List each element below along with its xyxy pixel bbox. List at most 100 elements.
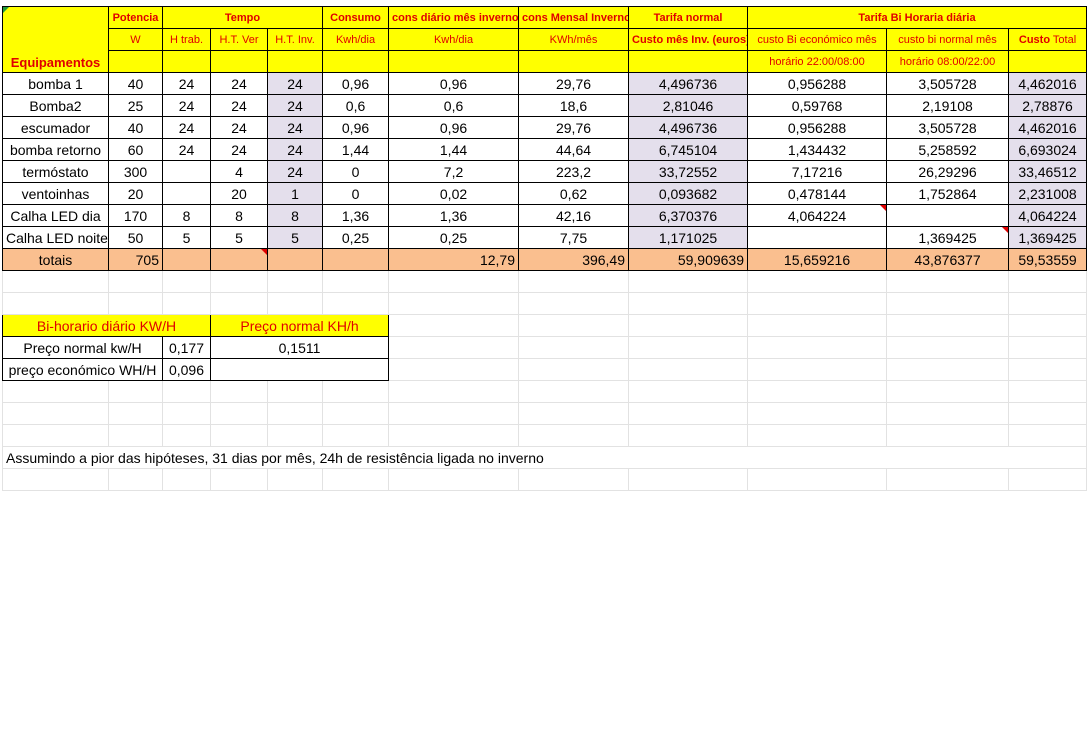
empty-cell[interactable] <box>1008 380 1088 403</box>
custo-mes-inv-header[interactable]: Custo mês Inv. (euros) <box>628 28 749 51</box>
equipamentos-header[interactable]: Equipamentos <box>2 6 109 73</box>
empty-cell[interactable] <box>108 292 163 315</box>
equipment-name[interactable]: Calha LED noite <box>2 226 109 249</box>
cell-w[interactable]: 50 <box>108 226 163 249</box>
empty-cell[interactable] <box>886 336 1010 359</box>
cell-kwhdia[interactable]: 0,6 <box>322 94 390 117</box>
equipment-name[interactable]: escumador <box>2 116 109 139</box>
cell-total[interactable]: 33,46512 <box>1008 160 1088 183</box>
cell-custo[interactable]: 6,370376 <box>628 204 749 227</box>
empty-cell[interactable] <box>518 270 630 293</box>
empty-cell[interactable] <box>162 292 211 315</box>
equipment-name[interactable]: ventoinhas <box>2 182 109 205</box>
cell-econ[interactable]: 7,17216 <box>747 160 888 183</box>
empty-cell[interactable] <box>162 424 211 447</box>
cell-econ[interactable]: 4,064224 <box>747 204 888 227</box>
empty-cell[interactable] <box>322 424 390 447</box>
totals-empty[interactable] <box>210 248 268 271</box>
preco-normal-value[interactable]: 0,177 <box>162 336 211 359</box>
empty-cell[interactable] <box>209 358 390 381</box>
cell-econ[interactable]: 0,478144 <box>747 182 888 205</box>
cell-htrab[interactable]: 5 <box>162 226 211 249</box>
empty-cell[interactable] <box>628 380 749 403</box>
empty-cell[interactable] <box>747 292 888 315</box>
empty-cell[interactable] <box>210 468 268 491</box>
consumo-header[interactable]: Consumo <box>322 6 390 29</box>
tarifa-bi-header[interactable]: Tarifa Bi Horaria diária <box>747 6 1088 29</box>
cell-htinv[interactable]: 24 <box>266 160 324 183</box>
empty-cell[interactable] <box>2 270 109 293</box>
cell-htver[interactable]: 24 <box>210 72 268 95</box>
horario-normal-header[interactable]: horário 08:00/22:00 <box>886 50 1010 73</box>
empty-cell[interactable] <box>210 402 268 425</box>
cell-total[interactable]: 6,693024 <box>1008 138 1088 161</box>
cell-normal[interactable] <box>886 204 1010 227</box>
empty-cell[interactable] <box>388 292 520 315</box>
cell-w[interactable]: 60 <box>108 138 163 161</box>
cell-consdia[interactable]: 0,96 <box>388 116 520 139</box>
blank-header-cell[interactable] <box>210 50 268 73</box>
empty-cell[interactable] <box>108 424 163 447</box>
empty-cell[interactable] <box>886 468 1010 491</box>
empty-cell[interactable] <box>747 402 888 425</box>
cell-htinv[interactable]: 1 <box>266 182 324 205</box>
preco-normal-kh-value[interactable]: 0,1511 <box>209 336 390 359</box>
cell-htrab[interactable]: 24 <box>162 72 211 95</box>
cell-consdia[interactable]: 0,6 <box>388 94 520 117</box>
empty-cell[interactable] <box>747 314 888 337</box>
empty-cell[interactable] <box>1008 424 1088 447</box>
horario-econ-header[interactable]: horário 22:00/08:00 <box>747 50 888 73</box>
cell-htinv[interactable]: 8 <box>266 204 324 227</box>
empty-cell[interactable] <box>1008 402 1088 425</box>
equipment-name[interactable]: Bomba2 <box>2 94 109 117</box>
cell-custo[interactable]: 6,745104 <box>628 138 749 161</box>
cell-htinv[interactable]: 24 <box>266 94 324 117</box>
tempo-header[interactable]: Tempo <box>161 6 324 29</box>
blank-header-cell[interactable] <box>628 50 749 73</box>
cell-htrab[interactable] <box>162 182 211 205</box>
totals-total[interactable]: 59,53559 <box>1008 248 1088 271</box>
cell-consdia[interactable]: 0,02 <box>388 182 520 205</box>
empty-cell[interactable] <box>266 270 324 293</box>
empty-cell[interactable] <box>628 358 749 381</box>
empty-cell[interactable] <box>162 270 211 293</box>
empty-cell[interactable] <box>628 424 749 447</box>
preco-economico-label[interactable]: preço económico WH/H <box>2 358 163 381</box>
empty-cell[interactable] <box>1008 314 1088 337</box>
empty-cell[interactable] <box>747 270 888 293</box>
empty-cell[interactable] <box>1008 270 1088 293</box>
note-text[interactable]: Assumindo a pior das hipóteses, 31 dias … <box>1 446 1088 469</box>
empty-cell[interactable] <box>210 380 268 403</box>
blank-header-cell[interactable] <box>108 50 163 73</box>
cell-econ[interactable]: 1,434432 <box>747 138 888 161</box>
totals-econ[interactable]: 15,659216 <box>747 248 888 271</box>
cell-consmes[interactable]: 29,76 <box>518 116 630 139</box>
empty-cell[interactable] <box>628 292 749 315</box>
empty-cell[interactable] <box>518 314 630 337</box>
cell-consmes[interactable]: 18,6 <box>518 94 630 117</box>
empty-cell[interactable] <box>886 424 1010 447</box>
totals-consmes[interactable]: 396,49 <box>518 248 630 271</box>
cell-consmes[interactable]: 0,62 <box>518 182 630 205</box>
empty-cell[interactable] <box>162 468 211 491</box>
kwh-mes-header[interactable]: KWh/mês <box>518 28 630 51</box>
cell-w[interactable]: 40 <box>108 72 163 95</box>
ht-inv-header[interactable]: H.T. Inv. <box>266 28 324 51</box>
cell-custo[interactable]: 4,496736 <box>628 72 749 95</box>
blank-header-cell[interactable] <box>266 50 324 73</box>
cell-consmes[interactable]: 42,16 <box>518 204 630 227</box>
cell-custo[interactable]: 1,171025 <box>628 226 749 249</box>
cell-econ[interactable]: 0,59768 <box>747 94 888 117</box>
empty-cell[interactable] <box>322 270 390 293</box>
cell-normal[interactable]: 26,29296 <box>886 160 1010 183</box>
cell-consdia[interactable]: 0,25 <box>388 226 520 249</box>
cell-htrab[interactable]: 24 <box>162 138 211 161</box>
blank-header-cell[interactable] <box>518 50 630 73</box>
empty-cell[interactable] <box>108 380 163 403</box>
empty-cell[interactable] <box>388 424 520 447</box>
empty-cell[interactable] <box>266 292 324 315</box>
empty-cell[interactable] <box>2 292 109 315</box>
empty-cell[interactable] <box>518 380 630 403</box>
empty-cell[interactable] <box>518 292 630 315</box>
cell-kwhdia[interactable]: 1,44 <box>322 138 390 161</box>
